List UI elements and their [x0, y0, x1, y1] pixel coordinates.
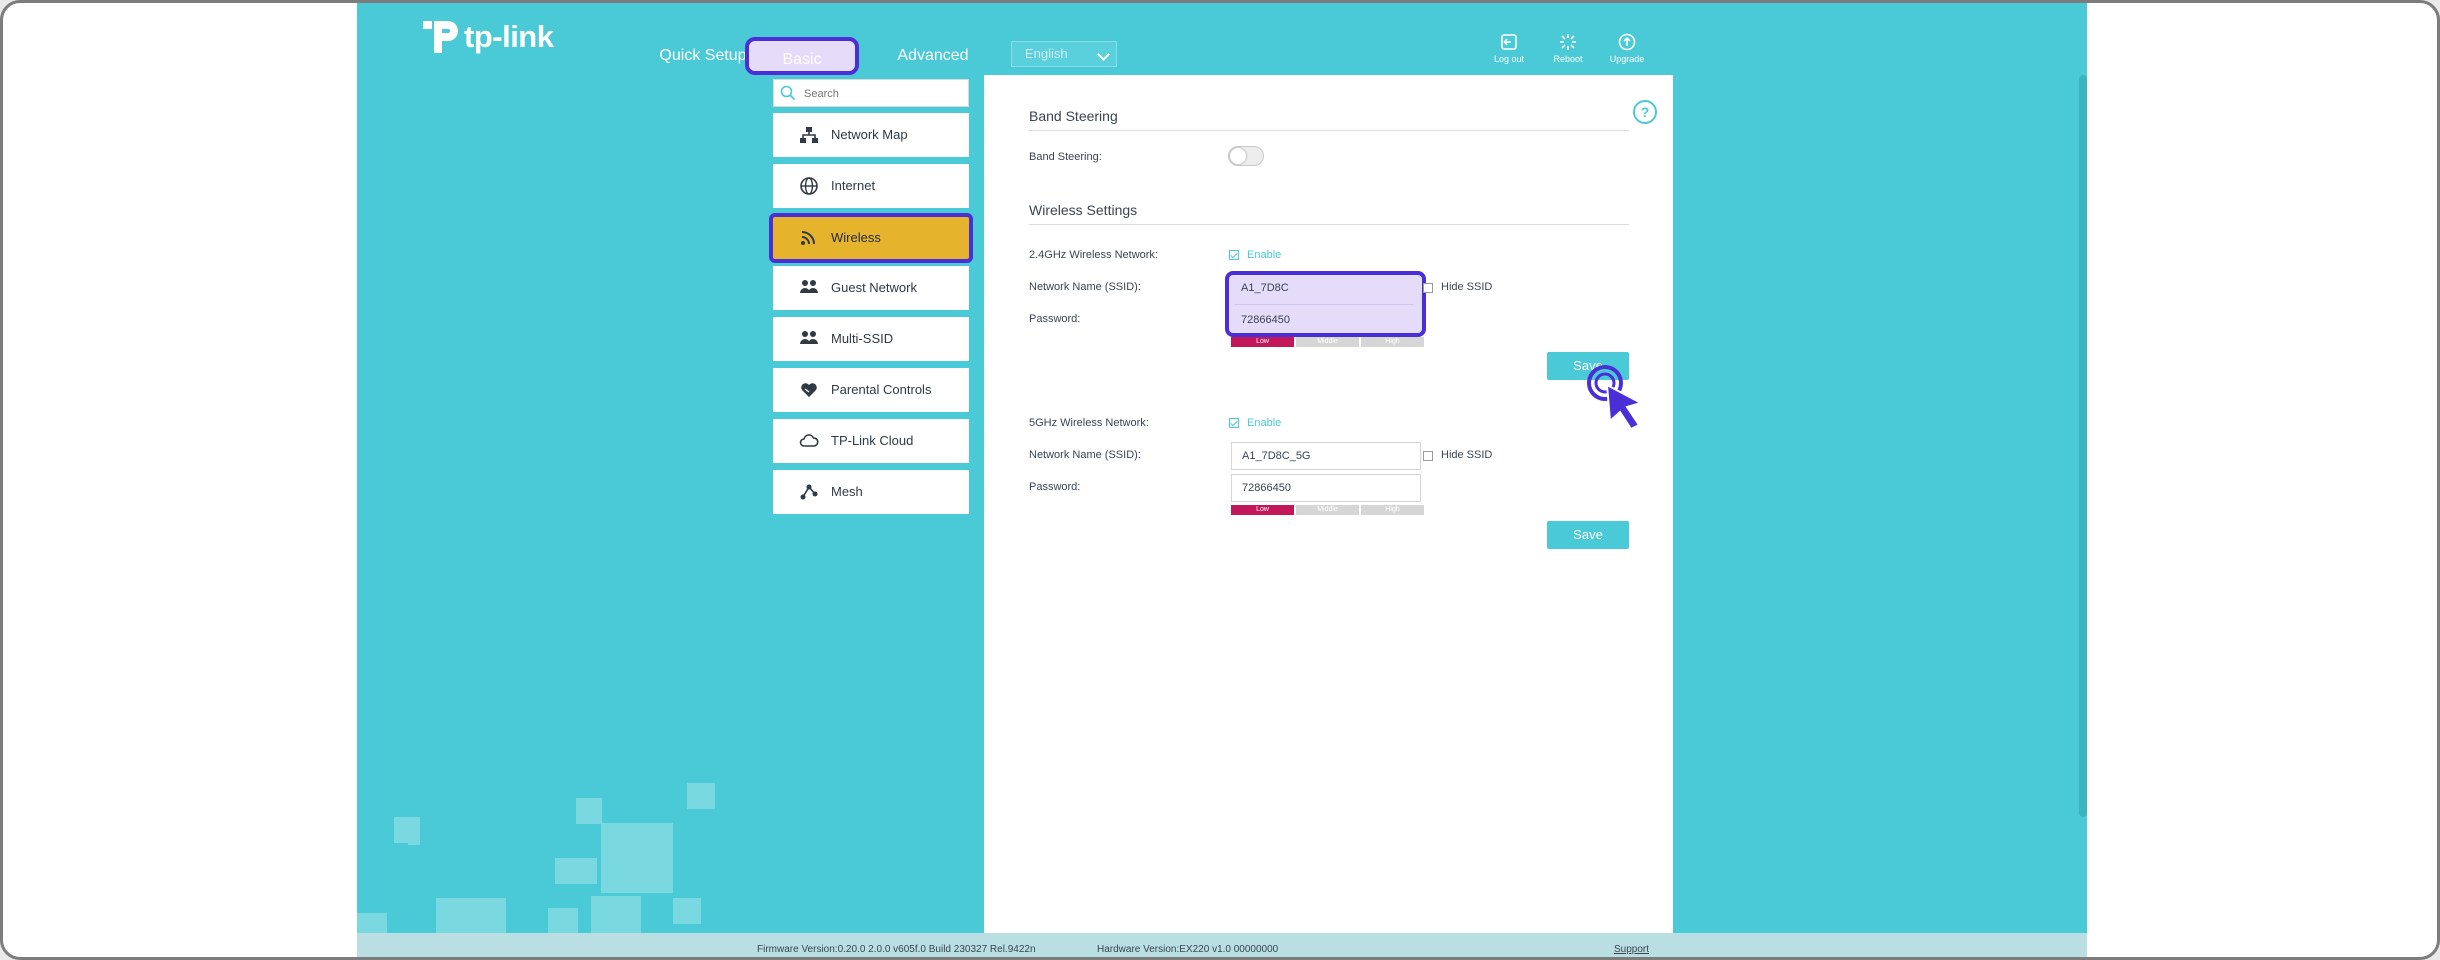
sidebar-item-parental-controls[interactable]: Parental Controls: [773, 368, 969, 412]
sidebar-item-network-map[interactable]: Network Map: [773, 113, 969, 157]
band24-password-strength: Low Middle High: [1231, 337, 1426, 347]
guest-icon: [800, 280, 818, 293]
strength-low: Low: [1231, 337, 1294, 347]
decor-square: [576, 798, 602, 824]
wifi-icon: [801, 231, 815, 245]
band5-ssid-label: Network Name (SSID):: [1029, 449, 1141, 461]
band24-enable-checkbox[interactable]: [1229, 250, 1239, 260]
decor-square: [369, 915, 387, 935]
decor-square: [601, 823, 673, 893]
tab-advanced[interactable]: Advanced: [873, 37, 993, 75]
language-value: English: [1025, 46, 1068, 61]
brand-name: tp-link: [464, 19, 554, 54]
reboot-label: Reboot: [1553, 54, 1583, 64]
strength-low: Low: [1231, 505, 1294, 515]
sidebar-item-guest-network[interactable]: Guest Network: [773, 266, 969, 310]
decor-square: [548, 908, 578, 934]
cloud-icon: [799, 434, 819, 447]
band24-password-label: Password:: [1029, 313, 1081, 325]
scrollbar[interactable]: [2079, 75, 2087, 817]
strength-middle: Middle: [1296, 337, 1359, 347]
decor-square: [687, 783, 715, 809]
logout-label: Log out: [1493, 54, 1525, 64]
reboot-button[interactable]: Reboot: [1540, 33, 1596, 64]
sidebar-item-label: Internet: [831, 178, 876, 193]
band24-hide-ssid-label: Hide SSID: [1441, 281, 1493, 293]
band-steering-title: Band Steering: [1029, 108, 1118, 124]
band5-hide-ssid-checkbox[interactable]: [1423, 451, 1433, 461]
band5-enable-label: Enable: [1247, 417, 1282, 429]
band24-ssid-input[interactable]: [1231, 274, 1417, 302]
help-icon[interactable]: ?: [1633, 100, 1657, 124]
sidebar-item-label: Parental Controls: [831, 382, 932, 397]
decor-square: [408, 831, 420, 845]
firmware-version: Firmware Version:0.20.0 2.0.0 v605f.0 Bu…: [757, 944, 1036, 955]
strength-middle: Middle: [1296, 505, 1359, 515]
click-cursor-icon: [1587, 365, 1644, 431]
mesh-icon: [800, 484, 818, 500]
tp-link-logo-icon: [423, 21, 458, 53]
screen-frame: tp-link Quick Setup Basic Advanced Engli…: [0, 0, 2440, 960]
band5-save-button[interactable]: Save: [1547, 521, 1629, 549]
band5-hide-ssid-label: Hide SSID: [1441, 449, 1493, 461]
language-select[interactable]: English: [1011, 41, 1117, 67]
logout-button[interactable]: Log out: [1481, 33, 1537, 64]
divider: [1029, 224, 1629, 225]
reboot-icon: [1560, 34, 1576, 50]
band5-enable-checkbox[interactable]: [1229, 418, 1239, 428]
upgrade-icon: [1618, 33, 1636, 51]
band-steering-toggle[interactable]: [1228, 146, 1264, 166]
band5-label: 5GHz Wireless Network:: [1029, 417, 1149, 429]
search-box[interactable]: [773, 79, 969, 107]
sidebar-item-internet[interactable]: Internet: [773, 164, 969, 208]
sidebar-item-wireless[interactable]: Wireless: [769, 213, 973, 263]
band5-ssid-input[interactable]: [1231, 442, 1421, 470]
tp-link-logo[interactable]: tp-link: [420, 17, 554, 57]
decor-square: [673, 898, 701, 924]
support-link[interactable]: Support: [1614, 944, 1649, 955]
band5-password-strength: Low Middle High: [1231, 505, 1426, 515]
toggle-knob: [1230, 148, 1246, 164]
upgrade-label: Upgrade: [1609, 54, 1645, 64]
band24-hide-ssid-checkbox[interactable]: [1423, 283, 1433, 293]
band-steering-label: Band Steering:: [1029, 151, 1102, 163]
logout-icon: [1501, 34, 1517, 50]
divider: [1029, 130, 1629, 131]
heart-icon: [801, 383, 817, 397]
sidebar-item-label: TP-Link Cloud: [831, 433, 914, 448]
strength-high: High: [1361, 505, 1424, 515]
upgrade-button[interactable]: Upgrade: [1599, 33, 1655, 64]
multi-ssid-icon: [800, 331, 818, 344]
search-input[interactable]: [802, 84, 956, 104]
sidebar-item-label: Mesh: [831, 484, 863, 499]
strength-high: High: [1361, 337, 1424, 347]
search-icon: [780, 85, 796, 101]
sidebar-item-label: Network Map: [831, 127, 908, 142]
tab-basic[interactable]: Basic: [745, 37, 859, 75]
hardware-version: Hardware Version:EX220 v1.0 00000000: [1097, 944, 1279, 955]
divider: [1235, 304, 1413, 305]
band5-password-label: Password:: [1029, 481, 1081, 493]
globe-icon: [800, 177, 818, 195]
band24-label: 2.4GHz Wireless Network:: [1029, 249, 1158, 261]
sidebar-item-label: Wireless: [831, 230, 881, 245]
band24-ssid-label: Network Name (SSID):: [1029, 281, 1141, 293]
sidebar-item-mesh[interactable]: Mesh: [773, 470, 969, 514]
sidebar-item-label: Guest Network: [831, 280, 917, 295]
decor-square: [555, 858, 597, 884]
wireless-settings-title: Wireless Settings: [1029, 202, 1138, 218]
band24-enable-label: Enable: [1247, 249, 1282, 261]
chevron-down-icon: [1097, 48, 1110, 61]
sidebar-item-tp-link-cloud[interactable]: TP-Link Cloud: [773, 419, 969, 463]
band5-password-input[interactable]: [1231, 474, 1421, 502]
band24-password-input[interactable]: [1231, 306, 1417, 334]
sidebar-item-multi-ssid[interactable]: Multi-SSID: [773, 317, 969, 361]
sidebar-item-label: Multi-SSID: [831, 331, 894, 346]
network-map-icon: [800, 127, 818, 143]
